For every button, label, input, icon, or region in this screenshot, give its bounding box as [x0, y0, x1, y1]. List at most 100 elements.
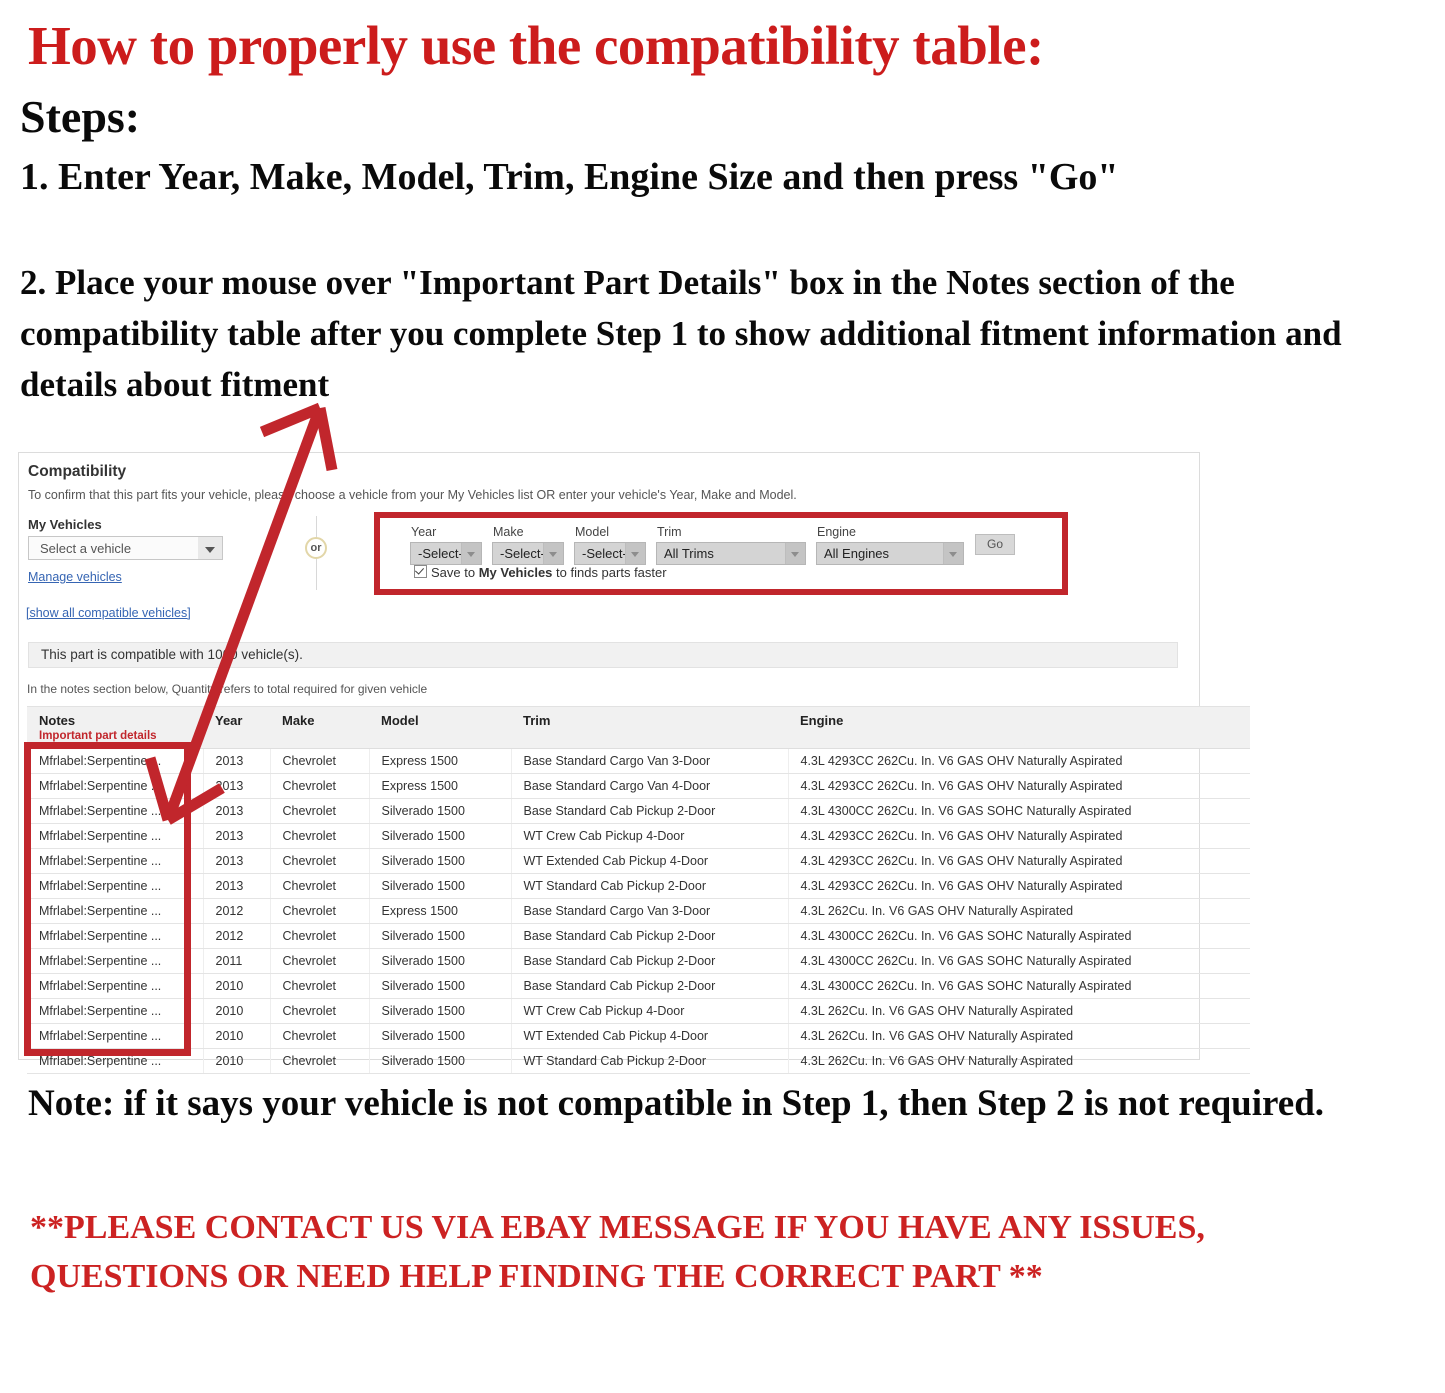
cell-trim: Base Standard Cargo Van 4-Door: [511, 773, 789, 799]
step-2-text: 2. Place your mouse over "Important Part…: [20, 263, 1342, 404]
cell-make: Chevrolet: [270, 773, 370, 799]
cell-engine: 4.3L 4300CC 262Cu. In. V6 GAS SOHC Natur…: [788, 798, 1250, 824]
cell-engine: 4.3L 4300CC 262Cu. In. V6 GAS SOHC Natur…: [788, 923, 1250, 949]
cell-notes: Mfrlabel:Serpentine ...: [27, 948, 204, 974]
cell-model: Silverado 1500: [369, 798, 512, 824]
compatibility-title: Compatibility: [28, 463, 127, 480]
cell-make: Chevrolet: [270, 923, 370, 949]
page-headline: How to properly use the compatibility ta…: [28, 15, 1044, 76]
cell-model: Silverado 1500: [369, 823, 512, 849]
cell-year: 2013: [203, 848, 271, 874]
cell-notes: Mfrlabel:Serpentine ...: [27, 1048, 204, 1074]
cell-notes: Mfrlabel:Serpentine ...: [27, 748, 204, 774]
cell-year: 2013: [203, 748, 271, 774]
cell-engine: 4.3L 262Cu. In. V6 GAS OHV Naturally Asp…: [788, 898, 1250, 924]
table-row: Mfrlabel:Serpentine ... 2012 Chevrolet Expr…: [27, 898, 1250, 924]
cell-notes: Mfrlabel:Serpentine ...: [27, 823, 204, 849]
show-all-compatible-vehicles-link[interactable]: [show all compatible vehicles]: [26, 606, 191, 620]
table-row: Mfrlabel:Serpentine ... 2013 Chevrolet Silv…: [27, 873, 1250, 899]
cell-make: Chevrolet: [270, 848, 370, 874]
table-row: Mfrlabel:Serpentine ... 2013 Chevrolet Silv…: [27, 823, 1250, 849]
my-vehicles-dropdown-value: Select a vehicle: [40, 541, 132, 556]
step-1-text: 1. Enter Year, Make, Model, Trim, Engine…: [20, 156, 1119, 198]
compatible-count-banner: This part is compatible with 1000 vehicl…: [28, 642, 1178, 668]
column-header-make: Make: [270, 706, 369, 749]
cell-model: Express 1500: [369, 773, 512, 799]
cell-model: Silverado 1500: [369, 948, 512, 974]
cell-trim: WT Crew Cab Pickup 4-Door: [511, 998, 789, 1024]
cell-year: 2010: [203, 1023, 271, 1049]
cell-model: Express 1500: [369, 898, 512, 924]
cell-year: 2013: [203, 823, 271, 849]
cell-model: Silverado 1500: [369, 923, 512, 949]
cell-notes: Mfrlabel:Serpentine ...: [27, 998, 204, 1024]
cell-notes: Mfrlabel:Serpentine ...: [27, 898, 204, 924]
my-vehicles-dropdown[interactable]: Select a vehicle: [28, 536, 223, 560]
table-header-row: Notes Important part details Year Make M…: [27, 706, 1250, 749]
table-row: Mfrlabel:Serpentine ... 2013 Chevrolet Expr…: [27, 748, 1250, 774]
column-header-year: Year: [203, 706, 270, 749]
cell-year: 2011: [203, 948, 271, 974]
cell-notes: Mfrlabel:Serpentine ...: [27, 798, 204, 824]
cell-trim: Base Standard Cab Pickup 2-Door: [511, 948, 789, 974]
my-vehicles-label: My Vehicles: [28, 517, 102, 532]
cell-trim: WT Standard Cab Pickup 2-Door: [511, 1048, 789, 1074]
table-row: Mfrlabel:Serpentine ... 2010 Chevrolet Silv…: [27, 973, 1250, 999]
or-divider-label: or: [305, 537, 327, 559]
steps-label: Steps:: [20, 91, 141, 142]
cell-trim: WT Crew Cab Pickup 4-Door: [511, 823, 789, 849]
fitment-table: Notes Important part details Year Make M…: [27, 706, 1250, 1074]
manage-vehicles-link[interactable]: Manage vehicles: [28, 570, 122, 584]
cell-make: Chevrolet: [270, 973, 370, 999]
important-part-details-label[interactable]: Important part details: [39, 730, 203, 742]
cell-model: Express 1500: [369, 748, 512, 774]
cell-year: 2010: [203, 973, 271, 999]
table-row: Mfrlabel:Serpentine ... 2010 Chevrolet Silv…: [27, 1048, 1250, 1074]
or-divider: or: [305, 516, 329, 590]
cell-trim: Base Standard Cargo Van 3-Door: [511, 748, 789, 774]
table-row: Mfrlabel:Serpentine ... 2013 Chevrolet Silv…: [27, 848, 1250, 874]
column-header-engine: Engine: [788, 706, 1250, 749]
cell-engine: 4.3L 4293CC 262Cu. In. V6 GAS OHV Natura…: [788, 773, 1250, 799]
notes-quantity-hint: In the notes section below, Quantity ref…: [27, 682, 428, 696]
cell-year: 2012: [203, 923, 271, 949]
cell-notes: Mfrlabel:Serpentine ...: [27, 923, 204, 949]
cell-engine: 4.3L 4300CC 262Cu. In. V6 GAS SOHC Natur…: [788, 973, 1250, 999]
column-header-model: Model: [369, 706, 511, 749]
cell-year: 2013: [203, 873, 271, 899]
table-row: Mfrlabel:Serpentine ... 2013 Chevrolet Silv…: [27, 798, 1250, 824]
cell-trim: WT Extended Cab Pickup 4-Door: [511, 1023, 789, 1049]
cell-engine: 4.3L 4300CC 262Cu. In. V6 GAS SOHC Natur…: [788, 948, 1250, 974]
cell-year: 2013: [203, 798, 271, 824]
notes-header-label: Notes: [39, 713, 76, 728]
cell-model: Silverado 1500: [369, 1023, 512, 1049]
column-header-notes: Notes Important part details: [27, 706, 203, 749]
cell-year: 2010: [203, 1048, 271, 1074]
cell-notes: Mfrlabel:Serpentine ...: [27, 873, 204, 899]
cell-trim: Base Standard Cab Pickup 2-Door: [511, 973, 789, 999]
table-row: Mfrlabel:Serpentine ... 2010 Chevrolet Silv…: [27, 998, 1250, 1024]
cell-model: Silverado 1500: [369, 873, 512, 899]
table-row: Mfrlabel:Serpentine ... 2011 Chevrolet Silv…: [27, 948, 1250, 974]
compatibility-note: Note: if it says your vehicle is not com…: [28, 1083, 1325, 1124]
cell-year: 2012: [203, 898, 271, 924]
cell-notes: Mfrlabel:Serpentine ...: [27, 773, 204, 799]
cell-model: Silverado 1500: [369, 998, 512, 1024]
cell-make: Chevrolet: [270, 1023, 370, 1049]
cell-notes: Mfrlabel:Serpentine ...: [27, 848, 204, 874]
cell-year: 2010: [203, 998, 271, 1024]
cell-engine: 4.3L 4293CC 262Cu. In. V6 GAS OHV Natura…: [788, 848, 1250, 874]
compatibility-subtitle: To confirm that this part fits your vehi…: [28, 488, 797, 502]
cell-trim: Base Standard Cab Pickup 2-Door: [511, 923, 789, 949]
step-1-highlight-box: [374, 512, 1068, 595]
compatible-count-text: This part is compatible with 1000 vehicl…: [41, 647, 303, 662]
cell-model: Silverado 1500: [369, 848, 512, 874]
cell-model: Silverado 1500: [369, 1048, 512, 1074]
cell-trim: WT Extended Cab Pickup 4-Door: [511, 848, 789, 874]
cell-make: Chevrolet: [270, 823, 370, 849]
cell-make: Chevrolet: [270, 1048, 370, 1074]
cell-notes: Mfrlabel:Serpentine ...: [27, 1023, 204, 1049]
column-header-trim: Trim: [511, 706, 788, 749]
cell-engine: 4.3L 4293CC 262Cu. In. V6 GAS OHV Natura…: [788, 873, 1250, 899]
cell-make: Chevrolet: [270, 898, 370, 924]
